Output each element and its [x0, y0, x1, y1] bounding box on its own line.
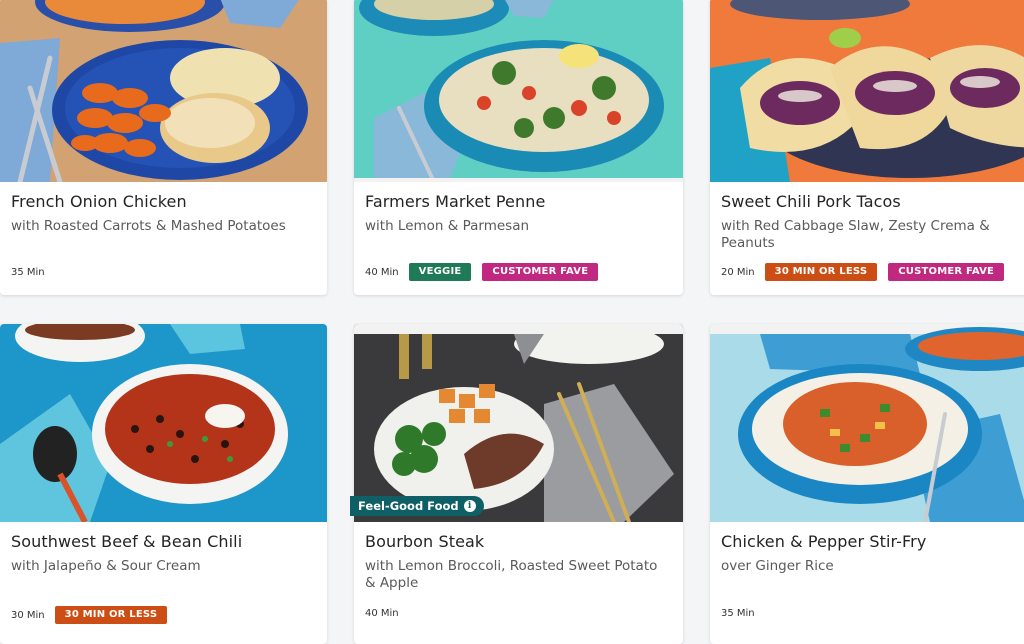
recipe-card[interactable]: French Onion Chicken with Roasted Carrot… — [0, 0, 327, 295]
cook-time: 40 Min — [365, 266, 399, 278]
recipe-card[interactable]: Farmers Market Penne with Lemon & Parmes… — [354, 0, 683, 295]
recipe-image[interactable] — [0, 0, 327, 182]
recipe-subtitle: with Jalapeño & Sour Cream — [11, 558, 201, 574]
recipe-image[interactable] — [354, 0, 683, 182]
recipe-card[interactable]: Bourbon Steak with Lemon Broccoli, Roast… — [354, 324, 683, 644]
recipe-subtitle: over Ginger Rice — [721, 558, 834, 574]
feel-good-food-badge[interactable]: Feel-Good Food i — [350, 496, 484, 516]
recipe-title[interactable]: French Onion Chicken — [11, 192, 317, 211]
recipe-card[interactable]: Southwest Beef & Bean Chili with Jalapeñ… — [0, 324, 327, 644]
recipe-card[interactable]: Chicken & Pepper Stir-Fry over Ginger Ri… — [710, 324, 1024, 644]
recipe-image[interactable] — [354, 324, 683, 522]
recipe-subtitle: with Roasted Carrots & Mashed Potatoes — [11, 218, 286, 234]
recipe-title[interactable]: Southwest Beef & Bean Chili — [11, 532, 317, 551]
cook-time: 20 Min — [721, 266, 755, 278]
recipe-title[interactable]: Chicken & Pepper Stir-Fry — [721, 532, 1024, 551]
customer-fave-badge: CUSTOMER FAVE — [482, 263, 599, 281]
recipe-image[interactable] — [0, 324, 327, 522]
recipe-subtitle: with Lemon & Parmesan — [365, 218, 530, 234]
cook-time: 30 Min — [11, 609, 45, 621]
recipe-title[interactable]: Sweet Chili Pork Tacos — [721, 192, 1024, 211]
recipe-subtitle: with Lemon Broccoli, Roasted Sweet Potat… — [365, 558, 658, 591]
recipe-subtitle: with Red Cabbage Slaw, Zesty Crema & Pea… — [721, 218, 990, 251]
thirty-min-badge: 30 MIN OR LESS — [764, 263, 878, 281]
cook-time: 40 Min — [365, 608, 399, 619]
recipe-image[interactable] — [710, 0, 1024, 182]
veggie-badge: VEGGIE — [408, 263, 472, 281]
recipe-title[interactable]: Farmers Market Penne — [365, 192, 673, 211]
recipe-image[interactable] — [710, 324, 1024, 522]
recipe-card[interactable]: Sweet Chili Pork Tacos with Red Cabbage … — [710, 0, 1024, 295]
recipe-title[interactable]: Bourbon Steak — [365, 532, 673, 551]
cook-time: 35 Min — [721, 608, 755, 619]
cook-time: 35 Min — [11, 267, 45, 278]
thirty-min-badge: 30 MIN OR LESS — [54, 606, 168, 624]
feel-good-label: Feel-Good Food — [358, 499, 459, 513]
info-icon[interactable]: i — [463, 500, 476, 512]
customer-fave-badge: CUSTOMER FAVE — [888, 263, 1005, 281]
